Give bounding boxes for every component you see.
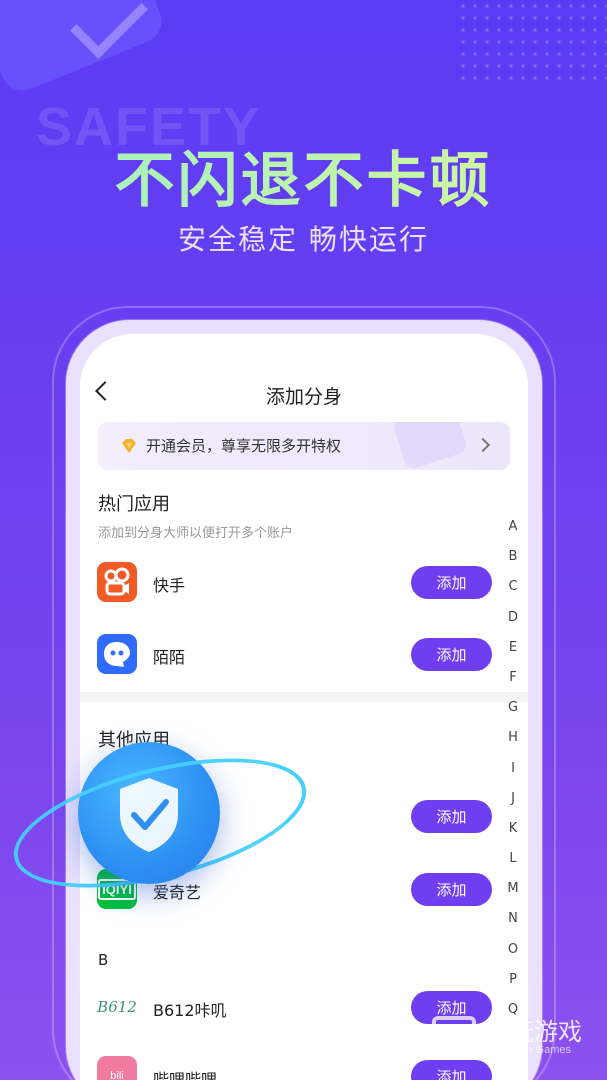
vip-banner[interactable]: 开通会员，尊享无限多开特权 <box>98 422 510 470</box>
app-name: 哔哩哔哩 <box>153 1070 218 1080</box>
alphabet-letter[interactable]: P <box>506 965 520 995</box>
list-item[interactable]: 快手 添加 <box>80 558 500 606</box>
alphabet-letter[interactable]: F <box>506 663 520 693</box>
bilibili-icon: bili <box>97 1056 137 1080</box>
b612-icon: B612 <box>97 987 137 1027</box>
add-button[interactable]: 添加 <box>411 873 492 906</box>
hot-section-subtitle: 添加到分身大师以便打开多个账户 <box>98 526 294 541</box>
alphabet-letter[interactable]: C <box>506 572 520 602</box>
alphabet-letter[interactable]: O <box>506 935 520 965</box>
alphabet-letter[interactable]: G <box>506 693 520 723</box>
alphabet-letter[interactable]: M <box>506 874 520 904</box>
brand-logo-icon <box>432 1016 476 1060</box>
alphabet-letter[interactable]: K <box>506 814 520 844</box>
deco-card <box>0 0 169 98</box>
deco-dots <box>457 0 607 80</box>
nav-bar: 添加分身 <box>80 334 528 422</box>
alphabet-letter[interactable]: N <box>506 904 520 934</box>
alphabet-letter[interactable]: A <box>506 512 520 542</box>
add-button[interactable]: 添加 <box>411 800 492 833</box>
banner-ghost-shape <box>391 422 469 470</box>
diamond-icon <box>122 439 136 453</box>
promo-subheadline: 安全稳定 畅快运行 <box>178 223 429 256</box>
brand-name: 仍玩游戏 <box>486 1018 582 1046</box>
add-button[interactable]: 添加 <box>411 638 492 671</box>
alphabet-letter[interactable]: E <box>506 633 520 663</box>
phone-screen: 添加分身 开通会员，尊享无限多开特权 热门应用 添加到分身大师以便打开多个账户 … <box>80 334 528 1080</box>
promo-headline: 不闪退不卡顿 <box>0 132 607 219</box>
section-divider <box>80 692 528 702</box>
kuaishou-icon <box>97 562 137 602</box>
alphabet-index[interactable]: A B C D E F G H I J K L M N O P Q <box>506 512 520 1025</box>
momo-icon <box>97 634 137 674</box>
alphabet-letter[interactable]: H <box>506 723 520 753</box>
brand-name-en: Rengwan Games <box>486 1044 571 1056</box>
list-item[interactable]: 陌陌 添加 <box>80 630 500 678</box>
chevron-right-icon <box>475 437 491 453</box>
app-name: B612咔叽 <box>153 1001 227 1020</box>
hot-section-title: 热门应用 <box>98 494 170 515</box>
letter-header: B <box>98 951 109 969</box>
alphabet-letter[interactable]: D <box>506 603 520 633</box>
alphabet-letter[interactable]: J <box>506 784 520 814</box>
add-button[interactable]: 添加 <box>411 566 492 599</box>
alphabet-letter[interactable]: L <box>506 844 520 874</box>
vip-banner-text: 开通会员，尊享无限多开特权 <box>146 437 342 455</box>
app-name: 陌陌 <box>153 648 186 667</box>
alphabet-letter[interactable]: B <box>506 542 520 572</box>
page-title: 添加分身 <box>265 386 342 408</box>
brand-watermark: 仍玩游戏 Rengwan Games <box>432 1012 602 1072</box>
alphabet-letter[interactable]: I <box>506 754 520 784</box>
app-name: 快手 <box>153 576 186 595</box>
